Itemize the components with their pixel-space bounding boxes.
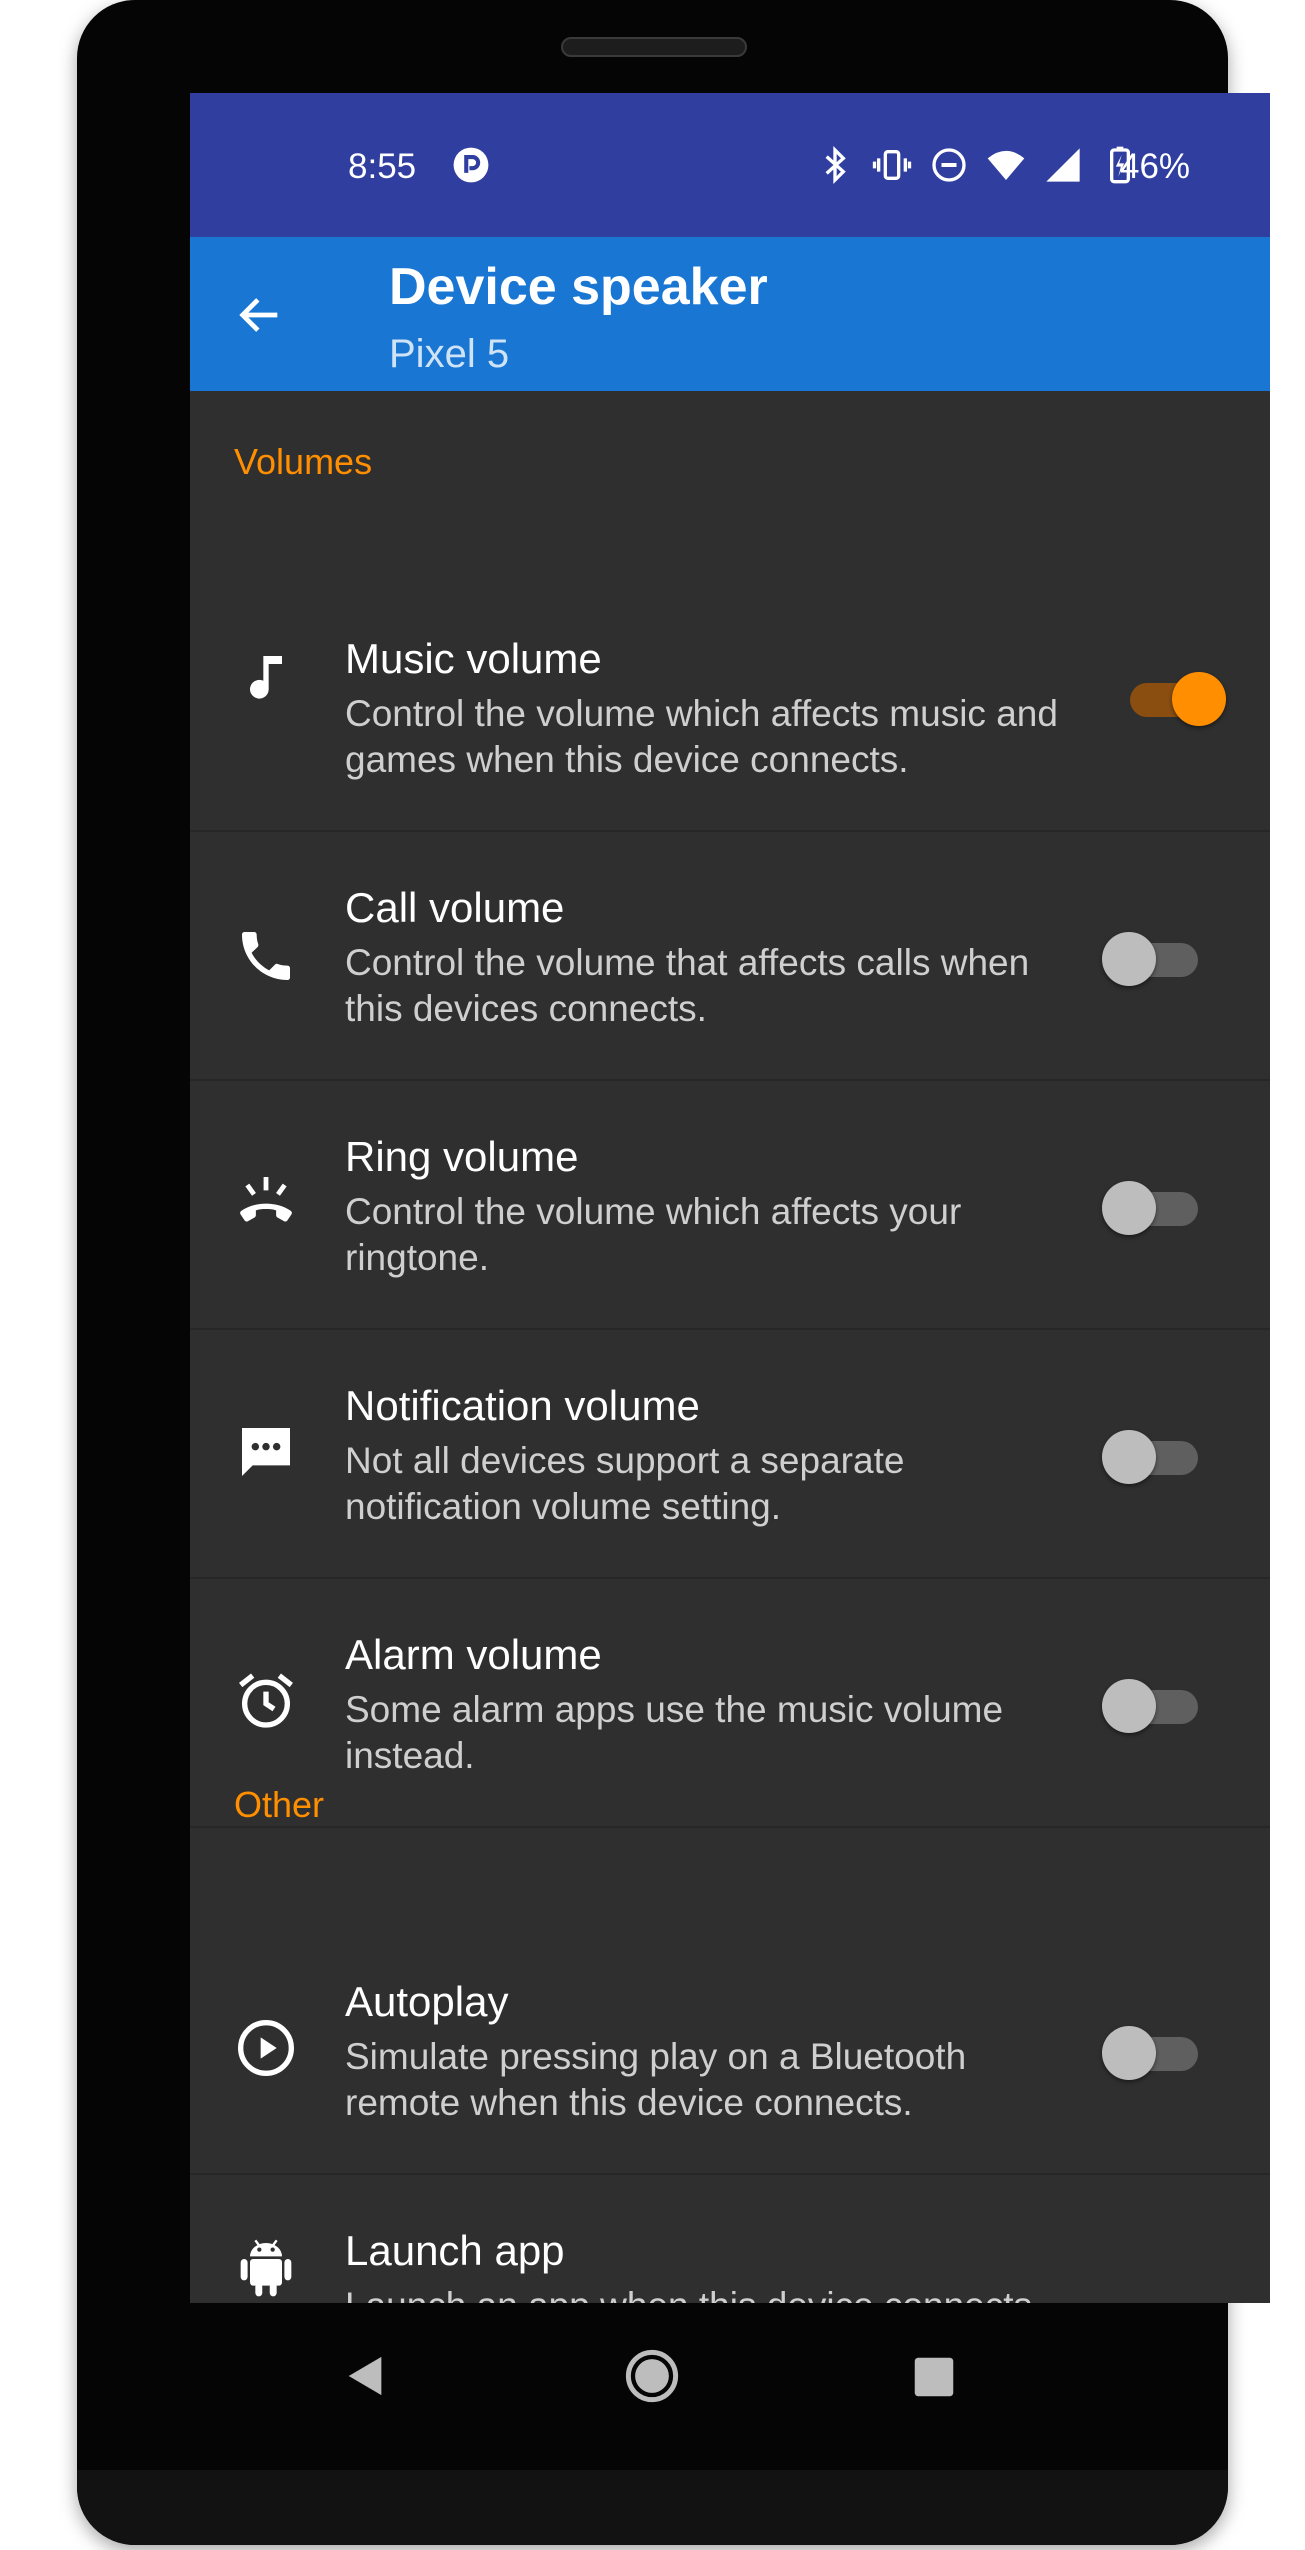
section-header-volumes: Volumes [234,441,373,482]
notification-volume-toggle[interactable] [1102,1423,1206,1485]
setting-title: Autoplay [345,1978,509,2025]
setting-title: Music volume [345,635,602,682]
music-note-icon [250,656,282,699]
setting-row-notification-volume[interactable]: Notification volume Not all devices supp… [190,1330,1270,1579]
setting-row-alarm-volume[interactable]: Alarm volume Some alarm apps use the mus… [190,1579,1270,1828]
app-bar: Device speaker Pixel 5 [190,237,1270,391]
recents-square-icon[interactable] [913,2356,955,2398]
wifi-icon [987,150,1025,180]
setting-title: Launch app [345,2227,565,2274]
toggle-thumb [1102,1181,1156,1235]
alarm-volume-toggle[interactable] [1102,1672,1206,1734]
toggle-thumb [1102,932,1156,986]
setting-title: Ring volume [345,1133,579,1180]
setting-description: Some alarm apps use the music volume ins… [345,1689,1004,1776]
phone-icon [242,932,290,980]
android-icon [240,2239,292,2297]
pocket-casts-icon [453,147,489,183]
setting-row-ring-volume[interactable]: Ring volume Control the volume which aff… [190,1081,1270,1330]
setting-description: Control the volume which affects your ri… [345,1191,962,1278]
status-time: 8:55 [348,147,417,186]
battery-percent: 46% [1120,147,1191,186]
call-volume-toggle[interactable] [1102,925,1206,987]
setting-description: Not all devices support a separate notif… [345,1440,905,1527]
earpiece-speaker [561,37,747,57]
section-header-other: Other [234,1784,325,1825]
toggle-thumb [1102,1679,1156,1733]
setting-description: Simulate pressing play on a Bluetooth re… [345,2036,967,2123]
toggle-thumb [1102,2026,1156,2080]
setting-row-call-volume[interactable]: Call volume Control the volume that affe… [190,832,1270,1081]
vibrate-icon [872,150,912,180]
bluetooth-icon [825,145,846,185]
ring-volume-toggle[interactable] [1102,1174,1206,1236]
setting-row-music-volume[interactable]: Music volume Control the volume which af… [190,583,1270,832]
alarm-clock-icon [239,1673,293,1728]
screen: 8:55 46% Device speaker Pixel 5 Volumes … [190,93,1270,2303]
page-subtitle: Pixel 5 [389,332,510,376]
navigation-bar [77,2303,1228,2463]
page-title: Device speaker [389,258,768,316]
phone-chin [77,2470,1228,2545]
message-icon [242,1428,290,1476]
setting-description: Control the volume which affects music a… [345,693,1058,780]
arrow-back-icon[interactable] [234,289,286,341]
music-volume-toggle[interactable] [1122,665,1226,727]
setting-title: Notification volume [345,1382,700,1429]
autoplay-toggle[interactable] [1102,2019,1206,2081]
play-circle-icon [238,2020,294,2076]
setting-row-launch-app[interactable]: Launch app Launch an app when this devic… [190,2175,1270,2303]
back-triangle-icon[interactable] [343,2351,389,2401]
setting-description: Launch an app when this device connects. [345,2283,1065,2303]
home-circle-icon[interactable] [625,2349,679,2403]
toggle-thumb [1102,1430,1156,1484]
phone-frame: 8:55 46% Device speaker Pixel 5 Volumes … [77,0,1270,2545]
setting-description: Control the volume that affects calls wh… [345,942,1030,1029]
toggle-thumb [1172,672,1226,726]
ringing-phone-icon [240,1177,292,1222]
status-bar: 8:55 46% [190,93,1270,237]
setting-title: Alarm volume [345,1631,602,1678]
setting-row-autoplay[interactable]: Autoplay Simulate pressing play on a Blu… [190,1926,1270,2175]
dnd-icon [932,148,966,182]
setting-title: Call volume [345,884,565,931]
cell-signal-icon [1046,148,1080,182]
status-icons [815,145,1140,185]
